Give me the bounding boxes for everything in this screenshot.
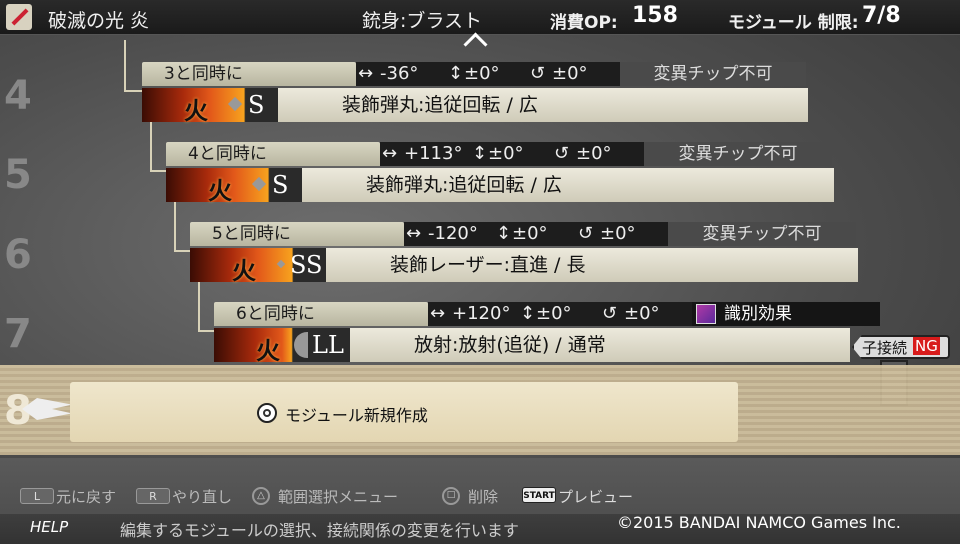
module-description: 装飾弾丸:追従回転 / 広	[342, 94, 538, 116]
range-select-menu-label[interactable]: 範囲選択メニュー	[278, 486, 398, 507]
rotation-icon: ↺	[530, 63, 546, 84]
element-label: 火	[208, 177, 232, 205]
copyright-text: ©2015 BANDAI NAMCO Games Inc.	[617, 513, 901, 532]
vertical-angle-icon: ↕	[448, 63, 464, 84]
child-connection-status: NG	[913, 337, 940, 355]
redo-label[interactable]: やり直し	[172, 486, 232, 507]
vertical-angle-icon: ↕	[496, 223, 512, 244]
rotation-angle: ±0°	[624, 303, 660, 324]
module-timing: 4と同時に	[166, 142, 380, 166]
op-value: 158	[632, 3, 678, 28]
fire-element-badge: 火 LL	[214, 328, 350, 365]
size-label: S	[272, 171, 289, 199]
scroll-up-chevron-icon[interactable]	[463, 32, 488, 57]
start-button-icon: START	[522, 487, 556, 503]
help-label: HELP	[30, 518, 69, 536]
module-limit-value: 7/8	[862, 3, 901, 28]
child-connection-label: 子接続	[862, 339, 908, 357]
undo-label[interactable]: 元に戻す	[56, 486, 116, 507]
vertical-angle: ±0°	[512, 223, 548, 244]
barrel-type: 銃身:ブラスト	[362, 10, 483, 32]
row-number-6: 6	[4, 232, 32, 278]
l-button-icon: L	[20, 488, 54, 504]
diamond-icon	[251, 176, 267, 192]
module-body: 火 SS 装飾レーザー:直進 / 長	[190, 248, 858, 285]
module-description: 装飾レーザー:直進 / 長	[390, 254, 586, 276]
module-limit-label: モジュール 制限:	[728, 13, 859, 33]
module-angle-bar: ↔ +113° ↕ ±0° ↺ ±0°	[380, 142, 644, 166]
r-button-icon: R	[136, 488, 170, 504]
module-timing: 6と同時に	[214, 302, 428, 326]
connector-line	[124, 90, 144, 92]
vertical-angle: ±0°	[488, 143, 524, 164]
fire-element-badge: 火 S	[142, 88, 278, 125]
horizontal-angle: -36°	[380, 63, 419, 84]
rotation-angle: ±0°	[552, 63, 588, 84]
horizontal-angle-icon: ↔	[358, 63, 374, 84]
new-module-label[interactable]: モジュール新規作成	[285, 402, 428, 426]
half-circle-icon	[294, 332, 308, 358]
square-button-icon: □	[442, 487, 460, 505]
small-diamond-icon	[276, 259, 286, 269]
module-timing: 5と同時に	[190, 222, 404, 246]
edit-pencil-icon	[6, 4, 32, 30]
module-description: 放射:放射(追従) / 通常	[414, 334, 606, 356]
mutation-chip-tag: 変異チップ不可	[668, 222, 856, 246]
size-label: S	[248, 91, 265, 119]
mutation-chip-tag: 変異チップ不可	[644, 142, 832, 166]
row-number-5: 5	[4, 152, 32, 198]
module-timing: 3と同時に	[142, 62, 356, 86]
header-bar: 破滅の光 炎 銃身:ブラスト 消費OP: 158 モジュール 制限: 7/8	[0, 0, 960, 35]
vertical-angle-icon: ↕	[472, 143, 488, 164]
bullet-title: 破滅の光 炎	[48, 10, 150, 32]
connector-line	[174, 200, 176, 252]
size-label: SS	[290, 251, 323, 279]
module-description: 装飾弾丸:追従回転 / 広	[366, 174, 562, 196]
element-label: 火	[256, 337, 280, 365]
row-number-4: 4	[4, 73, 32, 119]
row-number-7: 7	[4, 311, 32, 357]
help-text: 編集するモジュールの選択、接続関係の変更を行います	[120, 521, 519, 540]
module-angle-bar: ↔ -120° ↕ ±0° ↺ ±0°	[404, 222, 668, 246]
module-angle-bar: ↔ +120° ↕ ±0° ↺ ±0°	[428, 302, 692, 326]
module-angle-bar: ↔ -36° ↕ ±0° ↺ ±0°	[356, 62, 620, 86]
horizontal-angle: +120°	[452, 303, 511, 324]
connector-line	[124, 40, 126, 92]
triangle-button-icon: △	[252, 487, 270, 505]
module-body: 火 S 装飾弾丸:追従回転 / 広	[142, 88, 808, 125]
rotation-angle: ±0°	[576, 143, 612, 164]
connector-line	[198, 280, 200, 332]
delete-label[interactable]: 削除	[468, 486, 498, 507]
element-label: 火	[232, 257, 256, 285]
horizontal-angle-icon: ↔	[382, 143, 398, 164]
element-label: 火	[184, 97, 208, 125]
vertical-angle: ±0°	[464, 63, 500, 84]
op-label: 消費OP:	[550, 13, 618, 33]
vertical-angle-icon: ↕	[520, 303, 536, 324]
mutation-chip-tag: 変異チップ不可	[620, 62, 806, 86]
horizontal-angle-icon: ↔	[430, 303, 446, 324]
module-body: 火 S 装飾弾丸:追従回転 / 広	[166, 168, 834, 205]
horizontal-angle: -120°	[428, 223, 478, 244]
identification-chip-icon	[696, 304, 716, 324]
diamond-icon	[227, 96, 243, 112]
preview-label[interactable]: プレビュー	[558, 486, 633, 507]
tag-label: 識別効果	[724, 304, 792, 324]
circle-button-icon	[257, 403, 277, 423]
fire-element-badge: 火 S	[166, 168, 302, 205]
rotation-angle: ±0°	[600, 223, 636, 244]
rotation-icon: ↺	[602, 303, 618, 324]
rotation-icon: ↺	[554, 143, 570, 164]
horizontal-angle-icon: ↔	[406, 223, 422, 244]
rotation-icon: ↺	[578, 223, 594, 244]
size-label: LL	[312, 331, 344, 359]
identification-effect-tag: 識別効果	[692, 302, 880, 326]
connector-line	[150, 120, 152, 172]
module-body: 火 LL 放射:放射(追従) / 通常	[214, 328, 850, 365]
vertical-angle: ±0°	[536, 303, 572, 324]
fire-element-badge: 火 SS	[190, 248, 326, 285]
horizontal-angle: +113°	[404, 143, 463, 164]
